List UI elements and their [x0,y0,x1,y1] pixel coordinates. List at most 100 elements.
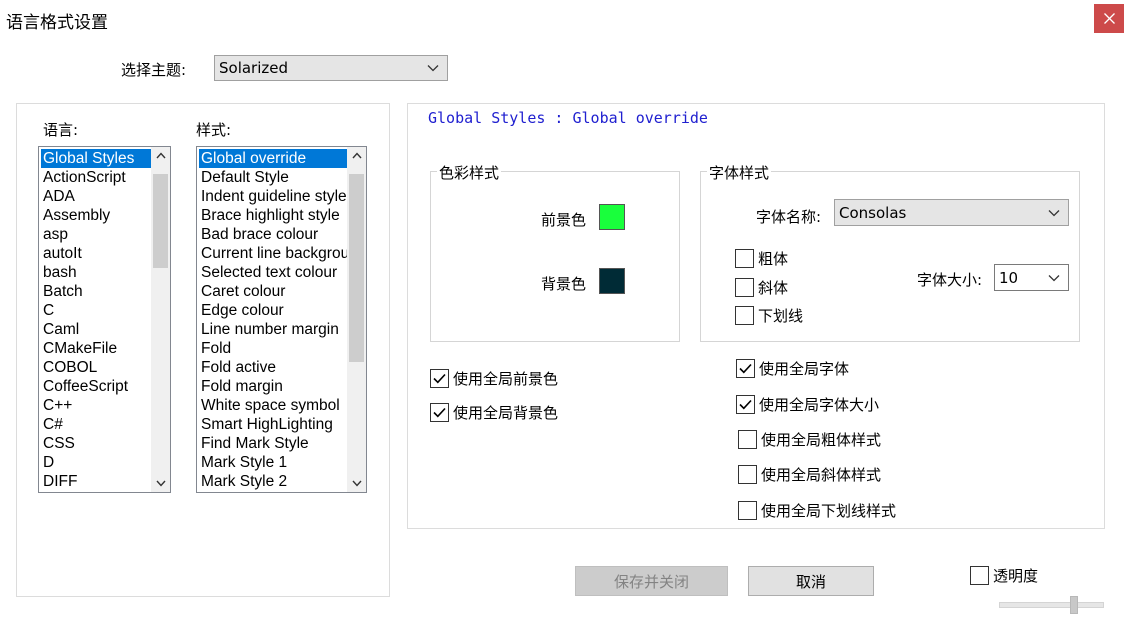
styles-list[interactable]: Global override Default Style Indent guide… [196,146,367,493]
list-item[interactable]: Batch [41,282,151,301]
scroll-thumb[interactable] [349,174,364,362]
list-item[interactable]: Indent guideline style [199,187,347,206]
color-style-group [430,171,680,342]
use-global-bg-label: 使用全局背景色 [453,404,559,422]
list-item[interactable]: Global override [199,149,347,168]
list-item[interactable]: Caret colour [199,282,347,301]
styles-scrollbar[interactable] [347,147,366,492]
chevron-up-icon [351,152,362,159]
list-item[interactable]: Smart HighLighting [199,415,347,434]
list-item[interactable]: Mark Style 1 [199,453,347,472]
font-size-value: 10 [999,268,1019,287]
chevron-up-icon [155,152,166,159]
checkbox-box[interactable] [736,359,755,378]
list-item[interactable]: Brace highlight style [199,206,347,225]
list-item[interactable]: Fold [199,339,347,358]
font-name-select[interactable]: Consolas [834,199,1069,226]
list-item[interactable]: Caml [41,320,151,339]
list-item[interactable]: CMakeFile [41,339,151,358]
checkbox-box[interactable] [738,465,757,484]
checkbox-box[interactable] [970,566,989,585]
transparency-slider-track[interactable] [999,602,1104,608]
use-global-bg-checkbox[interactable]: 使用全局背景色 [430,402,558,423]
use-global-font-checkbox[interactable]: 使用全局字体 [736,358,849,379]
underline-label: 下划线 [758,307,804,325]
foreground-color-swatch[interactable] [599,204,625,230]
checkbox-box[interactable] [735,278,754,297]
list-item[interactable]: CSS [41,434,151,453]
list-item[interactable]: ADA [41,187,151,206]
window-title: 语言格式设置 [6,13,108,33]
checkbox-box[interactable] [736,395,755,414]
list-item[interactable]: Fold margin [199,377,347,396]
scroll-up-button[interactable] [151,147,170,164]
underline-checkbox[interactable]: 下划线 [735,305,803,326]
bold-label: 粗体 [758,250,789,268]
theme-label: 选择主题: [121,61,187,79]
list-item[interactable]: White space symbol [199,396,347,415]
font-name-value: Consolas [839,203,907,222]
background-color-swatch[interactable] [599,268,625,294]
checkbox-box[interactable] [738,430,757,449]
list-item[interactable]: C# [41,415,151,434]
list-item[interactable]: Default Style [199,168,347,187]
use-global-bold-label: 使用全局粗体样式 [761,431,882,449]
list-item[interactable]: autoIt [41,244,151,263]
checkmark-icon [739,399,752,410]
languages-label: 语言: [43,121,79,139]
save-close-button[interactable]: 保存并关闭 [575,566,728,596]
list-item[interactable]: Mark Style 2 [199,472,347,491]
list-item[interactable]: Assembly [41,206,151,225]
use-global-bold-checkbox[interactable]: 使用全局粗体样式 [738,429,881,450]
font-size-label: 字体大小: [917,271,983,289]
list-item[interactable]: D [41,453,151,472]
scroll-thumb[interactable] [153,174,168,268]
list-item[interactable]: C [41,301,151,320]
use-global-fg-checkbox[interactable]: 使用全局前景色 [430,368,558,389]
use-global-italic-checkbox[interactable]: 使用全局斜体样式 [738,464,881,485]
background-label: 背景色 [541,275,587,293]
close-button[interactable] [1094,4,1124,33]
list-item[interactable]: C++ [41,396,151,415]
transparency-slider-thumb[interactable] [1069,596,1078,614]
checkbox-box[interactable] [738,501,757,520]
use-global-underline-checkbox[interactable]: 使用全局下划线样式 [738,500,896,521]
list-item[interactable]: ActionScript [41,168,151,187]
transparency-checkbox[interactable]: 透明度 [970,565,1038,586]
foreground-label: 前景色 [541,211,587,229]
theme-select[interactable]: Solarized [214,55,448,81]
list-item[interactable]: Selected text colour [199,263,347,282]
use-global-italic-label: 使用全局斜体样式 [761,466,882,484]
languages-scrollbar[interactable] [151,147,170,492]
list-item[interactable]: asp [41,225,151,244]
checkbox-box[interactable] [735,306,754,325]
list-item[interactable]: Bad brace colour [199,225,347,244]
checkbox-box[interactable] [430,403,449,422]
close-icon [1103,13,1115,24]
use-global-font-size-checkbox[interactable]: 使用全局字体大小 [736,394,879,415]
cancel-button[interactable]: 取消 [748,566,874,596]
list-item[interactable]: Find Mark Style [199,434,347,453]
chevron-down-icon [1048,209,1060,216]
list-item[interactable]: COBOL [41,358,151,377]
scroll-down-button[interactable] [151,475,170,492]
languages-list[interactable]: Global Styles ActionScript ADA Assembly asp a… [38,146,171,493]
checkbox-box[interactable] [430,369,449,388]
list-item[interactable]: Line number margin [199,320,347,339]
checkmark-icon [433,373,446,384]
list-item[interactable]: CoffeeScript [41,377,151,396]
bold-checkbox[interactable]: 粗体 [735,248,788,269]
list-item[interactable]: Current line background colour [199,244,347,263]
checkbox-box[interactable] [735,249,754,268]
list-item[interactable]: DIFF [41,472,151,491]
checkmark-icon [739,363,752,374]
scroll-down-button[interactable] [347,475,366,492]
scroll-up-button[interactable] [347,147,366,164]
list-item[interactable]: bash [41,263,151,282]
list-item[interactable]: Edge colour [199,301,347,320]
italic-label: 斜体 [758,279,789,297]
list-item[interactable]: Fold active [199,358,347,377]
italic-checkbox[interactable]: 斜体 [735,277,788,298]
list-item[interactable]: Global Styles [41,149,151,168]
font-size-select[interactable]: 10 [994,264,1069,291]
